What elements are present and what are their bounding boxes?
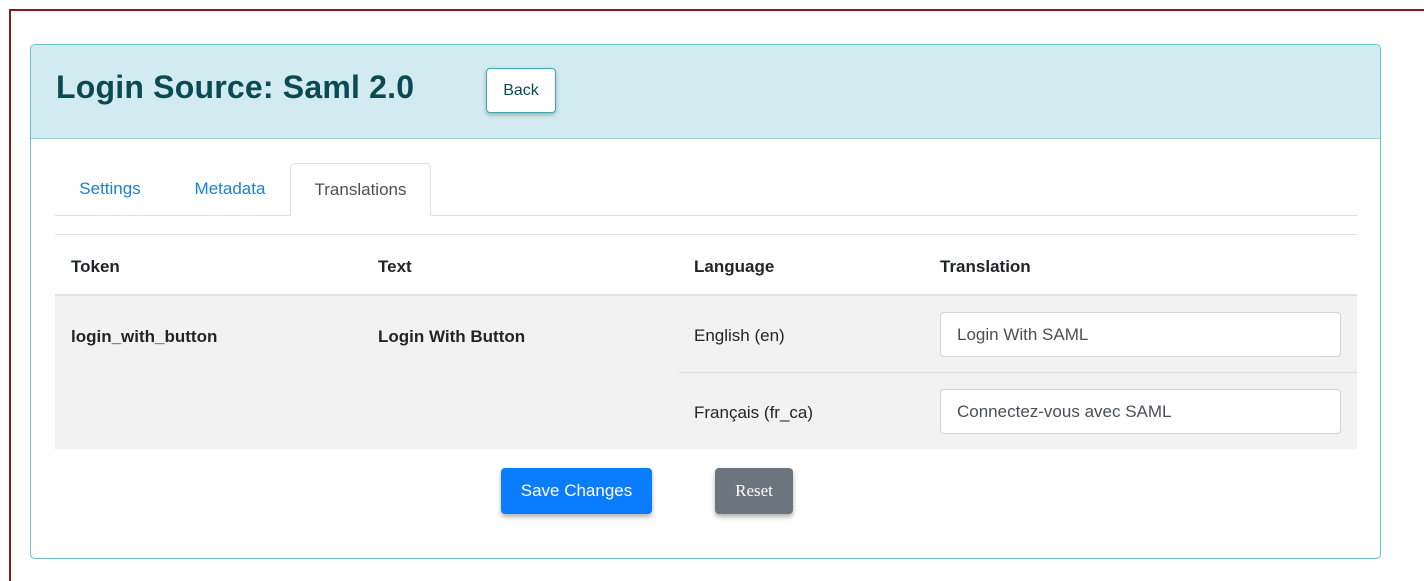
tab-bar: Settings Metadata Translations — [55, 163, 1357, 216]
tab-settings[interactable]: Settings — [55, 163, 165, 215]
back-button[interactable]: Back — [486, 68, 556, 113]
translation-row-fr: Français (fr_ca) — [679, 373, 1357, 450]
text-cell: Login With Button — [378, 327, 526, 346]
login-source-card: Login Source: Saml 2.0 Back Settings Met… — [30, 44, 1381, 559]
tab-metadata[interactable]: Metadata — [175, 163, 285, 215]
translation-input-fr[interactable] — [940, 389, 1341, 434]
table-row: login_with_button Login With Button Engl… — [55, 296, 1357, 449]
language-label: English (en) — [694, 326, 785, 345]
token-cell: login_with_button — [71, 327, 218, 346]
tab-translations[interactable]: Translations — [290, 163, 431, 216]
table-header: Token Text Language Translation — [55, 234, 1357, 296]
page-title: Login Source: Saml 2.0 — [56, 69, 415, 105]
translation-input-en[interactable] — [940, 312, 1341, 357]
card-header: Login Source: Saml 2.0 Back — [31, 45, 1380, 139]
language-label: Français (fr_ca) — [694, 403, 814, 422]
column-header-text: Text — [378, 257, 412, 276]
column-header-language: Language — [694, 257, 775, 276]
save-changes-button[interactable]: Save Changes — [501, 468, 652, 514]
translation-row-en: English (en) — [679, 296, 1357, 373]
column-header-token: Token — [71, 257, 120, 276]
reset-button[interactable]: Reset — [715, 468, 793, 514]
column-header-translation: Translation — [940, 257, 1031, 276]
